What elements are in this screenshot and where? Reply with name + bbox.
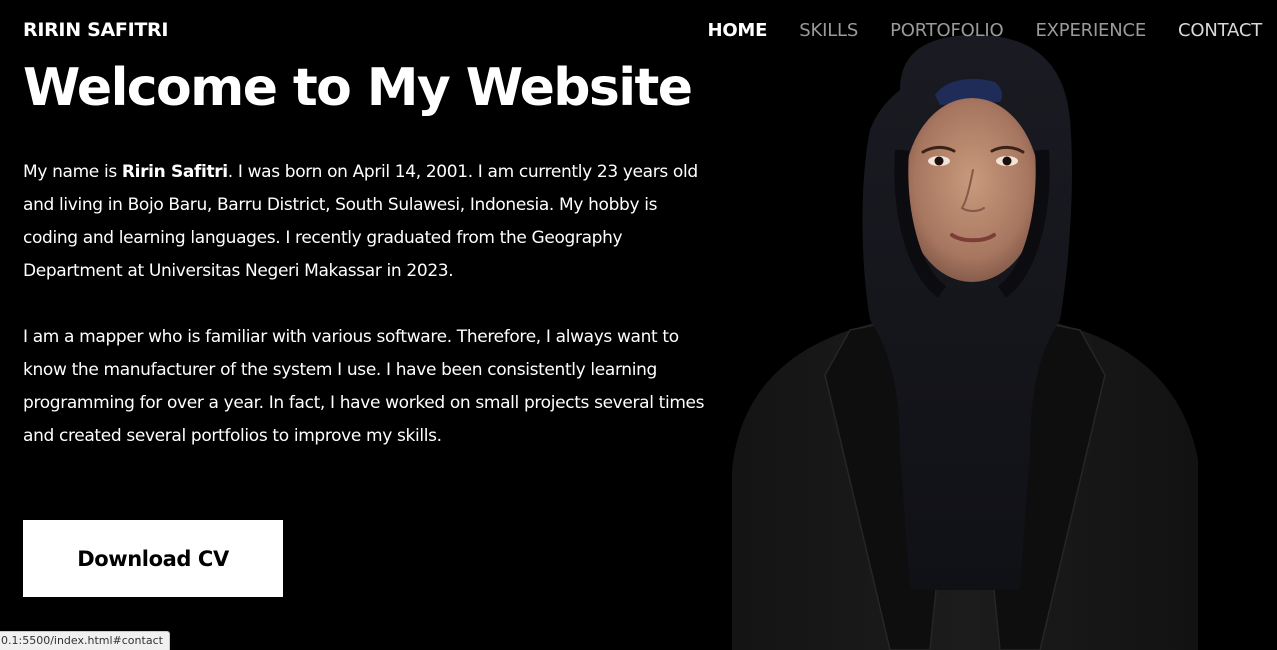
- nav-experience[interactable]: EXPERIENCE: [1036, 20, 1147, 41]
- brand-logo[interactable]: RIRIN SAFITRI: [23, 19, 168, 41]
- intro-name: Ririn Safitri: [121, 162, 228, 182]
- nav-portofolio[interactable]: PORTOFOLIO: [890, 20, 1004, 41]
- hero-title: Welcome to My Website: [23, 58, 693, 118]
- intro-prefix: My name is: [23, 162, 122, 182]
- browser-status-bar: 0.1:5500/index.html#contact: [0, 631, 170, 650]
- main-nav: HOME SKILLS PORTOFOLIO EXPERIENCE CONTAC…: [675, 20, 1262, 41]
- nav-contact[interactable]: CONTACT: [1178, 20, 1262, 41]
- intro-paragraph: My name is Ririn Safitri. I was born on …: [23, 156, 713, 288]
- nav-home[interactable]: HOME: [707, 20, 767, 41]
- page: RIRIN SAFITRI HOME SKILLS PORTOFOLIO EXP…: [0, 0, 1277, 650]
- mapper-paragraph: I am a mapper who is familiar with vario…: [23, 327, 705, 446]
- profile-photo: [732, 35, 1198, 650]
- nav-skills[interactable]: SKILLS: [799, 20, 858, 41]
- download-cv-button[interactable]: Download CV: [23, 520, 283, 597]
